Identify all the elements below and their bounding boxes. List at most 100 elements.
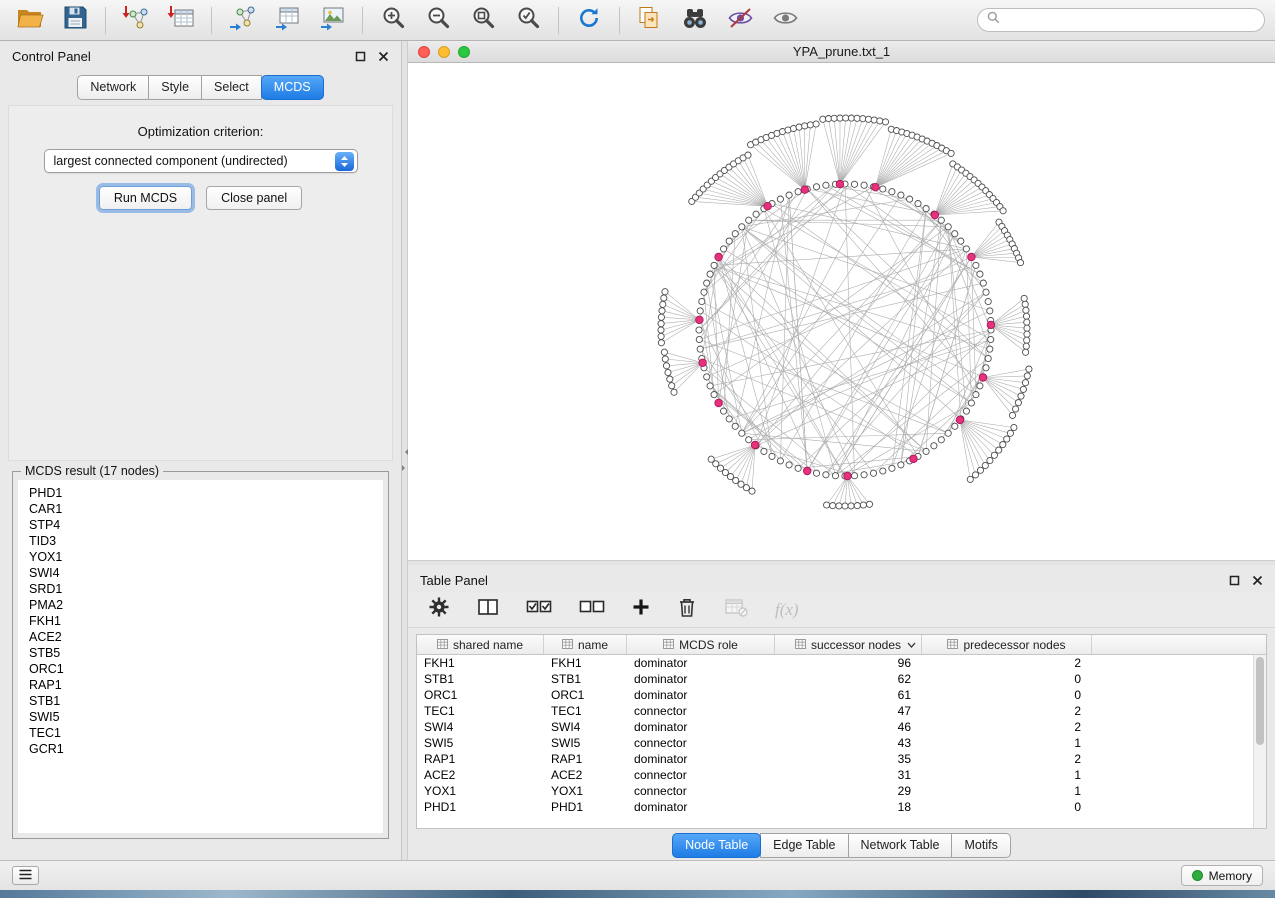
save-button[interactable] — [55, 4, 95, 37]
tab-network[interactable]: Network — [77, 75, 149, 100]
search-box[interactable] — [977, 8, 1265, 32]
scrollbar-thumb[interactable] — [1256, 657, 1264, 745]
column-header-mcds-role[interactable]: MCDS role — [627, 635, 775, 654]
column-header-predecessor-nodes[interactable]: predecessor nodes — [922, 635, 1092, 654]
table-cell-predecessor_nodes: 1 — [922, 767, 1092, 783]
binoculars-button[interactable] — [675, 4, 715, 37]
network-canvas[interactable] — [408, 63, 1275, 560]
hide-selected-button[interactable] — [720, 4, 760, 37]
mcds-result-item[interactable]: SRD1 — [18, 581, 383, 597]
export-table-button[interactable] — [267, 4, 307, 37]
close-window-button[interactable] — [418, 46, 430, 58]
table-cell-filler — [1092, 799, 1253, 815]
network-graph[interactable] — [408, 63, 1274, 560]
table-tab-network-table[interactable]: Network Table — [848, 833, 953, 858]
mcds-result-item[interactable]: SWI4 — [18, 565, 383, 581]
memory-status-icon — [1192, 870, 1203, 881]
mcds-panel: Optimization criterion: largest connecte… — [8, 105, 393, 461]
table-row[interactable]: STB1STB1dominator620 — [417, 671, 1253, 687]
zoom-in-button[interactable] — [373, 4, 413, 37]
zoom-in-icon — [381, 5, 406, 35]
delete-column-button[interactable] — [677, 597, 697, 623]
mcds-result-item[interactable]: TID3 — [18, 533, 383, 549]
delete-column-icon — [677, 597, 697, 623]
export-network-button[interactable] — [222, 4, 262, 37]
column-header-successor-nodes[interactable]: successor nodes — [775, 635, 922, 654]
export-image-button[interactable] — [312, 4, 352, 37]
table-tab-motifs[interactable]: Motifs — [951, 833, 1010, 858]
column-layout-button[interactable] — [477, 597, 499, 622]
zoom-selected-button[interactable] — [508, 4, 548, 37]
table-tabs: Node TableEdge TableNetwork TableMotifs — [408, 833, 1275, 860]
table-tab-edge-table[interactable]: Edge Table — [760, 833, 848, 858]
maximize-window-button[interactable] — [458, 46, 470, 58]
table-row[interactable]: SWI5SWI5connector431 — [417, 735, 1253, 751]
memory-label: Memory — [1209, 869, 1252, 883]
share-document-button[interactable] — [630, 4, 670, 37]
table-row[interactable]: ORC1ORC1dominator610 — [417, 687, 1253, 703]
table-row[interactable]: YOX1YOX1connector291 — [417, 783, 1253, 799]
add-column-button[interactable] — [632, 598, 650, 621]
table-row[interactable]: RAP1RAP1dominator352 — [417, 751, 1253, 767]
import-table-button[interactable] — [161, 4, 201, 37]
tab-mcds[interactable]: MCDS — [261, 75, 324, 100]
table-tab-node-table[interactable]: Node Table — [672, 833, 761, 858]
run-mcds-button[interactable]: Run MCDS — [99, 186, 192, 210]
network-view-window: YPA_prune.txt_1 — [408, 41, 1275, 560]
network-window-titlebar[interactable]: YPA_prune.txt_1 — [408, 41, 1275, 63]
criterion-dropdown[interactable]: largest connected component (undirected) — [44, 149, 358, 173]
close-control-panel-button[interactable] — [378, 51, 389, 62]
table-row[interactable]: TEC1TEC1connector472 — [417, 703, 1253, 719]
mcds-result-item[interactable]: PMA2 — [18, 597, 383, 613]
mcds-result-item[interactable]: SWI5 — [18, 709, 383, 725]
binoculars-icon — [681, 6, 709, 35]
table-row[interactable]: PHD1PHD1dominator180 — [417, 799, 1253, 815]
mcds-result-item[interactable]: CAR1 — [18, 501, 383, 517]
float-control-panel-button[interactable] — [355, 51, 366, 62]
mcds-result-item[interactable]: YOX1 — [18, 549, 383, 565]
import-table-icon — [167, 5, 195, 36]
table-row[interactable]: SWI4SWI4dominator462 — [417, 719, 1253, 735]
search-input[interactable] — [1006, 13, 1255, 27]
mcds-result-item[interactable]: GCR1 — [18, 741, 383, 757]
settings-gear-button[interactable] — [428, 596, 450, 623]
memory-button[interactable]: Memory — [1181, 865, 1263, 886]
close-mcds-panel-button[interactable]: Close panel — [206, 186, 302, 210]
select-all-columns-button[interactable] — [526, 598, 552, 621]
mcds-result-item[interactable]: STB1 — [18, 693, 383, 709]
panel-menu-button[interactable] — [12, 866, 39, 885]
mcds-result-item[interactable]: ORC1 — [18, 661, 383, 677]
column-header-shared-name[interactable]: shared name — [417, 635, 544, 654]
column-header-name[interactable]: name — [544, 635, 627, 654]
open-folder-button[interactable] — [10, 4, 50, 37]
refresh-button[interactable] — [569, 4, 609, 37]
splitter-grip-icon[interactable] — [402, 449, 408, 471]
table-row[interactable]: ACE2ACE2connector311 — [417, 767, 1253, 783]
chevron-down-icon[interactable] — [907, 642, 916, 648]
tab-style[interactable]: Style — [148, 75, 202, 100]
float-table-panel-button[interactable] — [1229, 575, 1240, 586]
close-table-panel-button[interactable] — [1252, 575, 1263, 586]
import-network-button[interactable] — [116, 4, 156, 37]
table-panel-header: Table Panel — [408, 565, 1275, 592]
mcds-result-item[interactable]: FKH1 — [18, 613, 383, 629]
unselect-all-columns-button[interactable] — [579, 598, 605, 621]
mcds-result-item[interactable]: PHD1 — [18, 485, 383, 501]
mcds-result-item[interactable]: TEC1 — [18, 725, 383, 741]
table-row[interactable]: FKH1FKH1dominator962 — [417, 655, 1253, 671]
table-scrollbar[interactable] — [1253, 655, 1266, 828]
mcds-result-item[interactable]: RAP1 — [18, 677, 383, 693]
mcds-result-list[interactable]: PHD1CAR1STP4TID3YOX1SWI4SRD1PMA2FKH1ACE2… — [18, 480, 383, 833]
vertical-splitter[interactable] — [402, 41, 408, 860]
table-cell-successor_nodes: 46 — [775, 719, 922, 735]
mcds-result-item[interactable]: STB5 — [18, 645, 383, 661]
export-image-icon — [318, 5, 346, 36]
tab-select[interactable]: Select — [201, 75, 262, 100]
table-cell-predecessor_nodes: 1 — [922, 783, 1092, 799]
mcds-result-item[interactable]: ACE2 — [18, 629, 383, 645]
minimize-window-button[interactable] — [438, 46, 450, 58]
zoom-out-button[interactable] — [418, 4, 458, 37]
mcds-result-item[interactable]: STP4 — [18, 517, 383, 533]
zoom-fit-button[interactable] — [463, 4, 503, 37]
show-all-button[interactable] — [765, 4, 805, 37]
